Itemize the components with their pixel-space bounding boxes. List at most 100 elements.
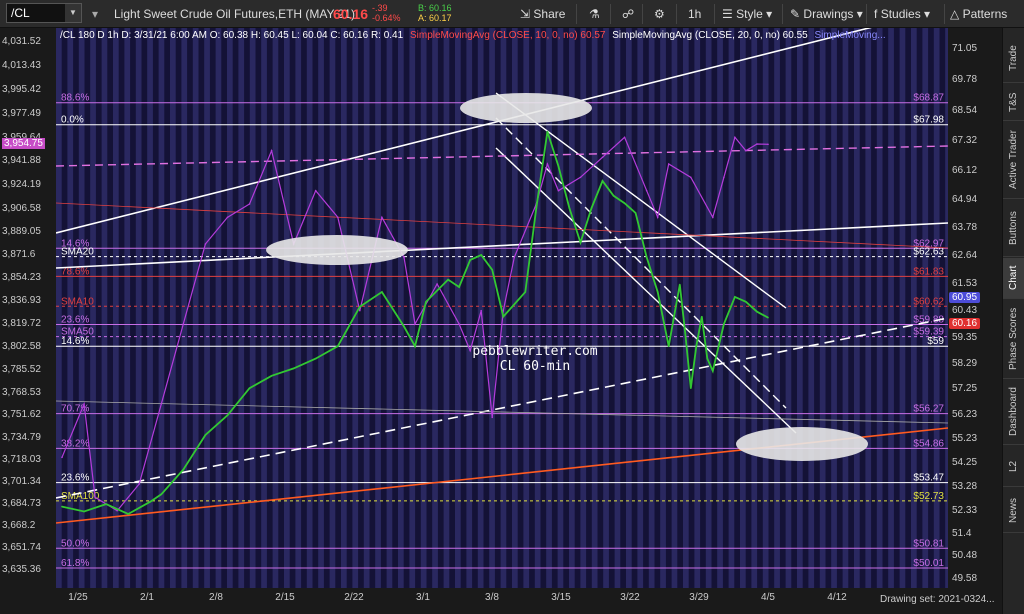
data-point: [734, 296, 736, 298]
fib-level-price: $62.63: [913, 247, 944, 258]
data-point: [160, 403, 163, 405]
change-value: -.39: [372, 3, 388, 13]
data-point: [458, 286, 460, 288]
sidebar-tab-phase-scores[interactable]: Phase Scores: [1003, 300, 1024, 379]
data-point: [182, 323, 185, 325]
interval-button[interactable]: 1h: [688, 0, 701, 28]
x-axis-tick: 2/8: [209, 592, 223, 603]
patterns-label: Patterns: [962, 7, 1008, 21]
data-point: [248, 203, 251, 205]
fib-level-price: $59: [927, 336, 944, 347]
right-axis-tick: 59.35: [952, 331, 978, 343]
data-point: [105, 503, 107, 505]
right-axis-tick: 51.4: [952, 527, 972, 539]
share-icon[interactable]: ☍: [622, 0, 634, 28]
drawings-label: Drawings: [803, 7, 854, 21]
watermark: pebblewriter.com CL 60-min: [470, 344, 600, 374]
sidebar-tab-t-s[interactable]: T&S: [1003, 84, 1024, 121]
right-axis-tick: 50.48: [952, 550, 978, 562]
chevron-down-icon[interactable]: ▼: [65, 4, 81, 22]
studies-button[interactable]: f Studies ▾: [874, 0, 930, 28]
x-axis-tick: 2/1: [140, 592, 154, 603]
session-stripe: [90, 28, 96, 588]
session-stripe: [614, 28, 621, 588]
x-axis-tick: 1/25: [68, 592, 88, 603]
session-stripe: [158, 28, 165, 588]
fib-level-price: $56.27: [913, 404, 944, 415]
sidebar-tab-chart[interactable]: Chart: [1003, 258, 1024, 299]
x-axis-tick: 3/22: [620, 592, 640, 603]
symbol-input[interactable]: /CL ▼: [6, 3, 82, 23]
session-stripe: [785, 28, 792, 588]
data-point: [546, 163, 549, 165]
session-stripe: [261, 28, 267, 588]
drawing-set-label[interactable]: Drawing set: 2021-0324...: [880, 594, 995, 605]
data-point: [491, 268, 494, 271]
patterns-button[interactable]: △ Patterns: [950, 0, 1007, 28]
sidebar-tab-active-trader[interactable]: Active Trader: [1003, 122, 1024, 199]
sidebar-tab-l2[interactable]: L2: [1003, 446, 1024, 487]
flask-icon[interactable]: ⚗: [589, 0, 600, 28]
data-point: [579, 176, 582, 179]
session-stripe: [648, 28, 655, 588]
data-point: [667, 345, 670, 348]
data-point: [502, 315, 505, 318]
session-stripe: [899, 28, 906, 588]
data-point: [723, 176, 725, 179]
x-axis-tick: 4/5: [761, 592, 775, 603]
data-point: [667, 163, 670, 165]
time-axis[interactable]: Drawing set: 2021-0324... 1/25 2/1 2/8 2/15…: [0, 588, 1002, 614]
right-price-axis[interactable]: 71.05 69.78 68.54 67.32 66.12 64.94 63.78 62.64…: [948, 28, 1002, 588]
sidebar-tab-dashboard[interactable]: Dashboard: [1003, 380, 1024, 445]
dropdown-icon[interactable]: ▾: [92, 0, 98, 28]
fib-level-price: $67.98: [913, 115, 944, 126]
session-stripe: [204, 28, 210, 588]
data-point: [336, 345, 339, 348]
gear-icon[interactable]: ⚙: [654, 0, 665, 28]
data-point: [684, 333, 687, 335]
data-point: [149, 500, 152, 503]
session-stripe: [147, 28, 153, 588]
data-point: [756, 310, 758, 313]
data-point: [634, 212, 637, 214]
style-button[interactable]: ☰ Style ▾: [722, 0, 772, 28]
right-axis-tick: 56.23: [952, 408, 978, 420]
session-stripe: [318, 28, 324, 588]
data-point: [579, 241, 582, 244]
data-point: [601, 156, 604, 159]
session-stripe: [705, 28, 712, 588]
right-axis-tick: 71.05: [952, 42, 978, 54]
data-point: [381, 291, 383, 293]
right-axis-tick: 62.64: [952, 250, 978, 262]
drawings-button[interactable]: ✎ Drawings ▾: [790, 0, 863, 28]
watermark-line1: pebblewriter.com: [472, 344, 598, 359]
left-axis-tick: 3,785.52: [2, 363, 41, 375]
session-stripe: [774, 28, 780, 588]
share-button[interactable]: ⇲ Share: [520, 0, 565, 28]
data-point: [734, 136, 736, 139]
left-price-axis[interactable]: 4,031.52 4,013.43 3,995.42 3,977.49 3,959.64…: [0, 28, 56, 588]
sidebar-tab-news[interactable]: News: [1003, 488, 1024, 533]
ellipse-target: [736, 427, 868, 461]
ellipse-middle: [266, 235, 408, 265]
session-stripe: [67, 28, 74, 588]
left-axis-tick: 3,802.58: [2, 341, 41, 353]
price-chart[interactable]: 88.6% $68.870.0% $67.9814.6% $62.97SMA20 $62…: [56, 28, 948, 588]
session-stripe: [170, 28, 176, 588]
data-point: [226, 216, 229, 219]
data-point: [480, 254, 482, 256]
session-stripe: [181, 28, 188, 588]
sidebar-tab-buttons[interactable]: Buttons: [1003, 200, 1024, 257]
data-point: [623, 136, 626, 139]
right-axis-tick: 52.33: [952, 504, 978, 516]
session-stripe: [854, 28, 860, 588]
x-axis-tick: 2/15: [275, 592, 295, 603]
share-label: Share: [533, 7, 566, 21]
sidebar-tab-trade[interactable]: Trade: [1003, 34, 1024, 83]
style-label: Style: [736, 7, 763, 21]
data-point: [204, 434, 207, 436]
studies-label: Studies: [880, 7, 921, 21]
session-stripe: [295, 28, 302, 588]
left-axis-tick: 3,734.79: [2, 431, 41, 443]
left-axis-tick: 4,013.43: [2, 60, 41, 72]
